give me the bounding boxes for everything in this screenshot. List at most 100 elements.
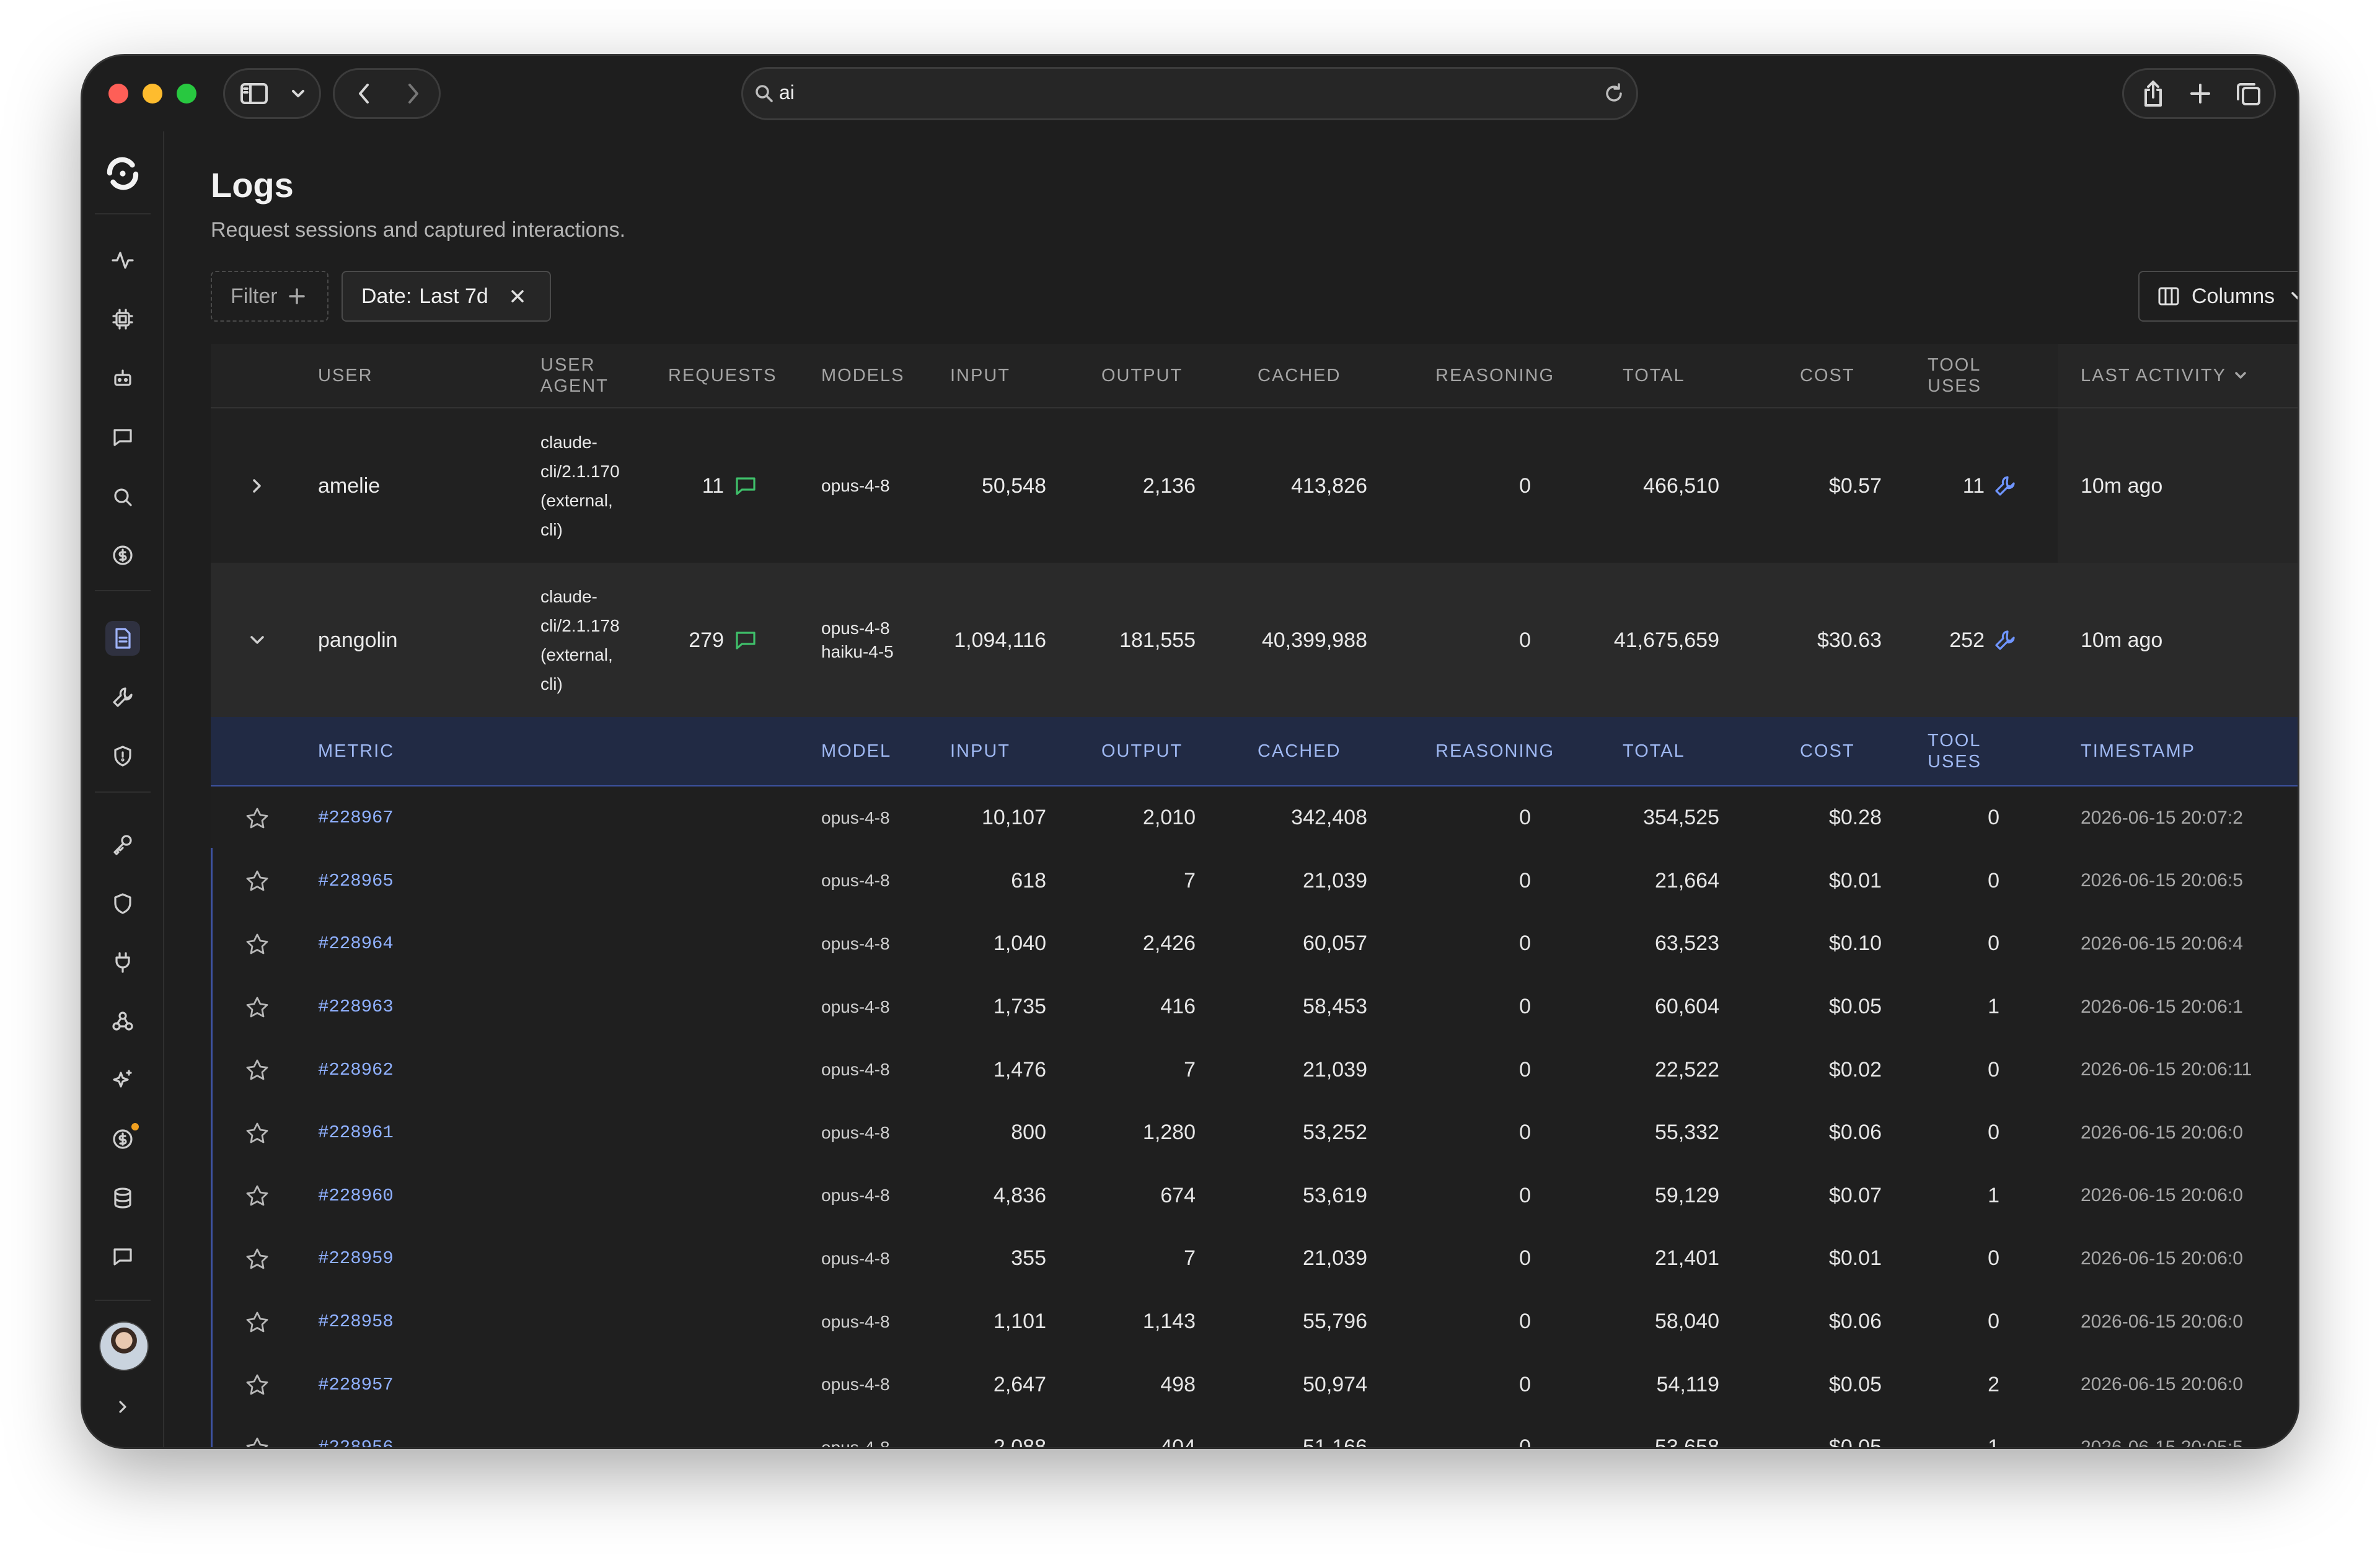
sidebar-item-api-keys[interactable] <box>105 827 140 861</box>
col-requests[interactable]: REQUESTS <box>668 344 792 407</box>
tab-overview-icon[interactable] <box>2227 70 2270 117</box>
chevron-down-icon[interactable] <box>281 70 315 117</box>
close-icon[interactable] <box>511 289 524 303</box>
request-row[interactable]: #228967 opus-4-8 10,107 2,010 342,408 0 354,52… <box>211 786 2298 851</box>
col-reasoning[interactable]: REASONING <box>1435 344 1559 407</box>
sub-col-cost[interactable]: COST <box>1800 717 1874 785</box>
col-cached[interactable]: CACHED <box>1258 344 1357 407</box>
sub-col-metric[interactable]: METRIC <box>318 717 442 785</box>
sidebar-item-activity[interactable] <box>105 243 140 278</box>
request-row[interactable]: #228956 opus-4-82,088 404 51,166 0 53,658 $0.0… <box>211 1416 2298 1447</box>
sidebar-expand-button[interactable] <box>105 1390 140 1424</box>
sidebar-item-models[interactable] <box>105 302 140 337</box>
request-row[interactable]: #228965 opus-4-8 618 7 21,039 0 21,664 $0.01 0 20… <box>211 849 2298 914</box>
sidebar-item-webhooks[interactable] <box>105 1004 140 1039</box>
sidebar-toggle-icon[interactable] <box>232 70 276 117</box>
request-id-link[interactable]: #228960 <box>318 1165 504 1228</box>
col-tool-uses[interactable]: TOOL USES <box>1928 344 1996 407</box>
sidebar-item-security[interactable] <box>105 886 140 921</box>
col-input[interactable]: INPUT <box>950 344 1043 407</box>
app-logo[interactable] <box>103 154 143 193</box>
request-id-link[interactable]: #228964 <box>318 912 504 976</box>
sidebar-item-search[interactable] <box>105 480 140 514</box>
address-bar[interactable]: ai <box>741 67 1638 120</box>
col-total[interactable]: TOTAL <box>1623 344 1716 407</box>
col-user[interactable]: USER <box>318 344 411 407</box>
request-row[interactable]: #228963 opus-4-8 1,735 416 58,453 0 60,604 $0.0… <box>211 975 2298 1040</box>
sidebar-item-logs[interactable] <box>105 621 140 656</box>
col-user-agent[interactable]: USER AGENT <box>540 344 615 407</box>
sidebar-item-billing[interactable] <box>105 1122 140 1156</box>
share-icon[interactable] <box>2131 70 2175 117</box>
star-button[interactable] <box>236 1038 279 1101</box>
star-button[interactable] <box>236 912 279 976</box>
request-row[interactable]: #228961 opus-4-8 800 1,280 53,252 0 55,332 $0.0… <box>211 1101 2298 1166</box>
request-row[interactable]: #228957 opus-4-8 2,647 498 50,974 0 54,119 $0.0… <box>211 1353 2298 1417</box>
star-button[interactable] <box>236 1416 279 1447</box>
user-link[interactable]: pangolin <box>318 563 504 718</box>
sub-col-total[interactable]: TOTAL <box>1623 717 1716 785</box>
close-window-button[interactable] <box>108 84 128 104</box>
sub-col-cached[interactable]: CACHED <box>1258 717 1357 785</box>
request-id-link[interactable]: #228962 <box>318 1038 504 1101</box>
request-id-link[interactable]: #228961 <box>318 1101 504 1165</box>
star-button[interactable] <box>236 850 279 913</box>
sidebar-item-feedback[interactable] <box>105 1240 140 1274</box>
col-cost[interactable]: COST <box>1800 344 1874 407</box>
date-filter-chip[interactable]: Date: Last 7d <box>342 271 551 322</box>
request-id-link[interactable]: #228963 <box>318 976 504 1039</box>
sidebar-item-chat[interactable] <box>105 420 140 455</box>
sidebar-item-ai[interactable] <box>105 1063 140 1098</box>
request-row[interactable]: #228960 opus-4-8 4,836 674 53,619 0 59,129 $0.0… <box>211 1164 2298 1229</box>
request-id-link[interactable]: #228967 <box>318 786 504 850</box>
sidebar-item-agents[interactable] <box>105 361 140 395</box>
request-row[interactable]: #228958 opus-4-8 1,101 1,143 55,796 0 58,040 $0… <box>211 1290 2298 1355</box>
expand-toggle[interactable] <box>236 408 279 563</box>
forward-arrow-icon[interactable] <box>392 70 435 117</box>
tool-uses[interactable]: 11 <box>1903 408 2016 563</box>
sidebar-item-guardrails[interactable] <box>105 739 140 773</box>
request-row[interactable]: #228964 opus-4-8 1,040 2,426 60,057 0 63,523 $0… <box>211 912 2298 977</box>
session-row[interactable]: amelie claude-cli/2.1.170 (external, cli)… <box>211 408 2298 565</box>
request-id-link[interactable]: #228957 <box>318 1353 504 1416</box>
user-link[interactable]: amelie <box>318 408 504 563</box>
star-button[interactable] <box>236 976 279 1039</box>
star-button[interactable] <box>236 786 279 850</box>
sub-col-model[interactable]: MODEL <box>821 717 933 785</box>
sidebar-item-storage[interactable] <box>105 1181 140 1215</box>
new-tab-icon[interactable] <box>2179 70 2222 117</box>
minimize-window-button[interactable] <box>143 84 162 104</box>
star-button[interactable] <box>236 1165 279 1228</box>
sidebar-item-costs[interactable] <box>105 538 140 573</box>
col-last-activity[interactable]: LAST ACTIVITY <box>2058 344 2298 407</box>
request-id-link[interactable]: #228965 <box>318 850 504 913</box>
sidebar-item-integrations[interactable] <box>105 945 140 980</box>
columns-button[interactable]: Columns <box>2138 271 2298 322</box>
sub-col-output[interactable]: OUTPUT <box>1101 717 1194 785</box>
session-row[interactable]: pangolin claude-cli/2.1.178 (external, cl… <box>211 563 2298 719</box>
request-id-link[interactable]: #228958 <box>318 1290 504 1354</box>
star-button[interactable] <box>236 1353 279 1416</box>
tool-uses[interactable]: 252 <box>1903 563 2016 718</box>
expand-toggle[interactable] <box>236 563 279 718</box>
requests-count[interactable]: 279 <box>668 563 756 718</box>
sub-col-timestamp[interactable]: TIMESTAMP <box>2081 717 2267 785</box>
requests-count[interactable]: 11 <box>668 408 756 563</box>
add-filter-button[interactable]: Filter <box>211 271 328 322</box>
sub-col-input[interactable]: INPUT <box>950 717 1043 785</box>
star-button[interactable] <box>236 1290 279 1354</box>
back-arrow-icon[interactable] <box>342 70 386 117</box>
request-id-link[interactable]: #228956 <box>318 1416 504 1447</box>
col-models[interactable]: MODELS <box>821 344 933 407</box>
star-button[interactable] <box>236 1101 279 1165</box>
request-row[interactable]: #228959 opus-4-8 355 7 21,039 0 21,401 $0.01 0 20… <box>211 1227 2298 1292</box>
request-row[interactable]: #228962 opus-4-8 1,476 7 21,039 0 22,522 $0.02 0… <box>211 1038 2298 1103</box>
sidebar-item-tools[interactable] <box>105 680 140 715</box>
reload-icon[interactable] <box>1603 82 1625 105</box>
star-button[interactable] <box>236 1227 279 1290</box>
request-id-link[interactable]: #228959 <box>318 1227 504 1290</box>
sub-col-tool-uses[interactable]: TOOL USES <box>1928 717 1996 785</box>
avatar[interactable] <box>99 1321 149 1371</box>
col-output[interactable]: OUTPUT <box>1101 344 1194 407</box>
sub-col-reasoning[interactable]: REASONING <box>1435 717 1559 785</box>
